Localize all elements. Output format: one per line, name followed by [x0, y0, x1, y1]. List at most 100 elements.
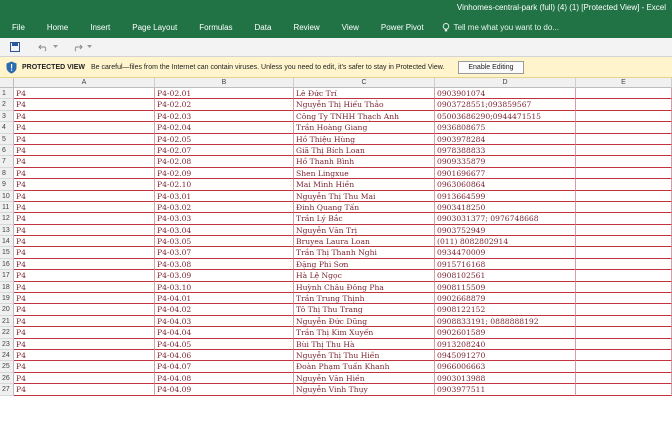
- cell-empty[interactable]: [576, 167, 672, 180]
- cell-owner-name[interactable]: Nguyễn Thị Thu Hiền: [294, 349, 435, 362]
- cell-empty[interactable]: [576, 144, 672, 157]
- tab-insert[interactable]: Insert: [90, 23, 110, 32]
- cell-unit-code[interactable]: P4-04.02: [155, 304, 294, 316]
- cell-owner-name[interactable]: Đoàn Phạm Tuấn Khanh: [294, 361, 435, 373]
- undo-icon[interactable]: [38, 43, 49, 52]
- row-number[interactable]: 25: [0, 361, 14, 373]
- cell-empty[interactable]: [576, 213, 672, 225]
- cell-unit-code[interactable]: P4-03.10: [155, 281, 294, 294]
- cell-phone[interactable]: 0908833191; 0888888192: [435, 315, 576, 328]
- cell-block[interactable]: P4: [14, 236, 155, 248]
- cell-block[interactable]: P4: [14, 293, 155, 305]
- cell-phone[interactable]: 0913208240: [435, 338, 576, 350]
- row-number[interactable]: 7: [0, 156, 14, 168]
- row-number[interactable]: 1: [0, 88, 14, 100]
- cell-phone[interactable]: 0915716168: [435, 258, 576, 271]
- tab-review[interactable]: Review: [293, 23, 319, 32]
- cell-empty[interactable]: [576, 110, 672, 123]
- cell-owner-name[interactable]: Hồ Thanh Bình: [294, 156, 435, 168]
- cell-unit-code[interactable]: P4-02.05: [155, 133, 294, 145]
- cell-unit-code[interactable]: P4-02.02: [155, 99, 294, 111]
- cell-block[interactable]: P4: [14, 190, 155, 202]
- row-number[interactable]: 6: [0, 144, 14, 157]
- cell-block[interactable]: P4: [14, 179, 155, 191]
- cell-unit-code[interactable]: P4-02.07: [155, 144, 294, 157]
- cell-owner-name[interactable]: Bùi Thị Thu Hà: [294, 338, 435, 350]
- cell-owner-name[interactable]: Giã Thị Bích Loan: [294, 144, 435, 157]
- cell-phone[interactable]: 0903418250: [435, 201, 576, 214]
- cell-unit-code[interactable]: P4-03.07: [155, 247, 294, 259]
- cell-block[interactable]: P4: [14, 224, 155, 237]
- tab-home[interactable]: Home: [47, 23, 68, 32]
- cell-block[interactable]: P4: [14, 384, 155, 396]
- cell-unit-code[interactable]: P4-02.08: [155, 156, 294, 168]
- row-number[interactable]: 4: [0, 122, 14, 134]
- cell-owner-name[interactable]: Bruyea Laura Loan: [294, 236, 435, 248]
- cell-unit-code[interactable]: P4-04.09: [155, 384, 294, 396]
- cell-empty[interactable]: [576, 315, 672, 328]
- cell-phone[interactable]: 0903752949: [435, 224, 576, 237]
- cell-empty[interactable]: [576, 224, 672, 237]
- cell-unit-code[interactable]: P4-04.03: [155, 315, 294, 328]
- cell-empty[interactable]: [576, 372, 672, 385]
- cell-phone[interactable]: 0908122152: [435, 304, 576, 316]
- row-number[interactable]: 12: [0, 213, 14, 225]
- cell-phone[interactable]: 0908115509: [435, 281, 576, 294]
- cell-owner-name[interactable]: Tô Thị Thu Trang: [294, 304, 435, 316]
- row-number[interactable]: 15: [0, 247, 14, 259]
- row-number[interactable]: 10: [0, 190, 14, 202]
- cell-phone[interactable]: 0909335879: [435, 156, 576, 168]
- cell-unit-code[interactable]: P4-04.08: [155, 372, 294, 385]
- cell-phone[interactable]: 0934470009: [435, 247, 576, 259]
- tab-data[interactable]: Data: [255, 23, 272, 32]
- column-header-a[interactable]: A: [14, 78, 155, 88]
- cell-owner-name[interactable]: Đặng Phi Sơn: [294, 258, 435, 271]
- redo-icon[interactable]: [72, 43, 83, 52]
- cell-phone[interactable]: 0903728551;093859567: [435, 99, 576, 111]
- row-number[interactable]: 19: [0, 293, 14, 305]
- row-number[interactable]: 23: [0, 338, 14, 350]
- cell-phone[interactable]: 0903977511: [435, 384, 576, 396]
- row-number[interactable]: 21: [0, 315, 14, 328]
- cell-unit-code[interactable]: P4-02.04: [155, 122, 294, 134]
- cell-unit-code[interactable]: P4-03.05: [155, 236, 294, 248]
- cell-owner-name[interactable]: Shen Lingxue: [294, 167, 435, 180]
- cell-phone[interactable]: 0902601589: [435, 327, 576, 339]
- column-header-b[interactable]: B: [155, 78, 294, 88]
- cell-phone[interactable]: 05003686290;0944471515: [435, 110, 576, 123]
- cell-empty[interactable]: [576, 88, 672, 100]
- column-header-d[interactable]: D: [435, 78, 576, 88]
- cell-unit-code[interactable]: P4-04.07: [155, 361, 294, 373]
- cell-block[interactable]: P4: [14, 167, 155, 180]
- cell-empty[interactable]: [576, 327, 672, 339]
- tab-page-layout[interactable]: Page Layout: [132, 23, 177, 32]
- cell-empty[interactable]: [576, 258, 672, 271]
- row-number[interactable]: 24: [0, 349, 14, 362]
- cell-unit-code[interactable]: P4-02.01: [155, 88, 294, 100]
- cell-block[interactable]: P4: [14, 258, 155, 271]
- cell-unit-code[interactable]: P4-02.09: [155, 167, 294, 180]
- row-number[interactable]: 27: [0, 384, 14, 396]
- tab-formulas[interactable]: Formulas: [199, 23, 232, 32]
- cell-block[interactable]: P4: [14, 201, 155, 214]
- cell-phone[interactable]: 0901696677: [435, 167, 576, 180]
- cell-empty[interactable]: [576, 270, 672, 282]
- save-icon[interactable]: [10, 42, 20, 52]
- cell-owner-name[interactable]: Đinh Quang Tấn: [294, 201, 435, 214]
- cell-phone[interactable]: 0945091270: [435, 349, 576, 362]
- cell-phone[interactable]: 0963060864: [435, 179, 576, 191]
- cell-unit-code[interactable]: P4-03.04: [155, 224, 294, 237]
- cell-owner-name[interactable]: Trần Lý Bắc: [294, 213, 435, 225]
- cell-phone[interactable]: 0903013988: [435, 372, 576, 385]
- row-number[interactable]: 11: [0, 201, 14, 214]
- cell-unit-code[interactable]: P4-03.09: [155, 270, 294, 282]
- enable-editing-button[interactable]: Enable Editing: [458, 60, 524, 74]
- cell-owner-name[interactable]: Nguyễn Thị Hiếu Thảo: [294, 99, 435, 111]
- cell-owner-name[interactable]: Trần Thị Kim Xuyến: [294, 327, 435, 339]
- cell-empty[interactable]: [576, 99, 672, 111]
- cell-block[interactable]: P4: [14, 315, 155, 328]
- cell-empty[interactable]: [576, 281, 672, 294]
- row-number[interactable]: 20: [0, 304, 14, 316]
- cell-phone[interactable]: 0966006663: [435, 361, 576, 373]
- row-number[interactable]: 13: [0, 224, 14, 237]
